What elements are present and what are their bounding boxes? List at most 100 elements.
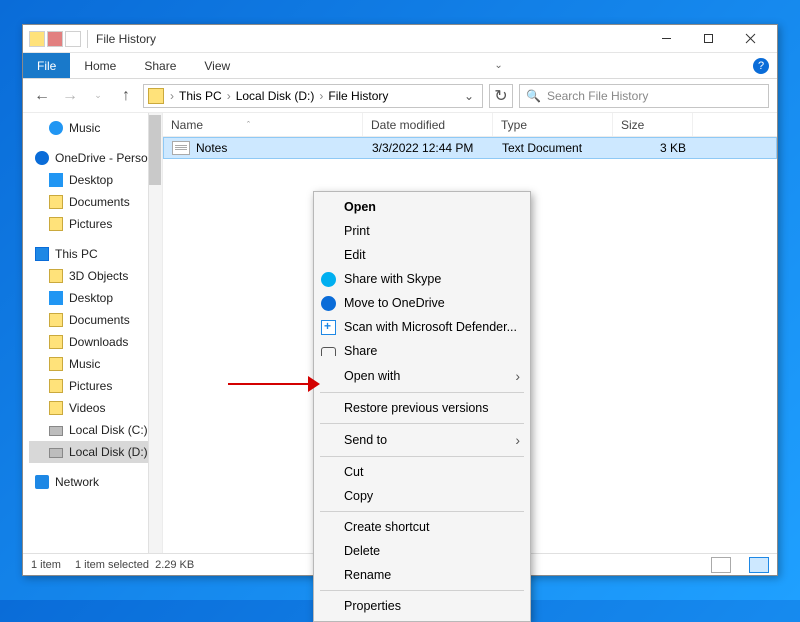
address-bar[interactable]: › This PC › Local Disk (D:) › File Histo… bbox=[143, 84, 483, 108]
breadcrumb[interactable]: This PC bbox=[176, 89, 225, 103]
nav-item[interactable]: 3D Objects bbox=[29, 265, 162, 287]
menu-item[interactable]: Share bbox=[314, 339, 530, 363]
help-icon[interactable]: ? bbox=[753, 58, 769, 74]
file-type: Text Document bbox=[494, 138, 614, 158]
folder-icon bbox=[49, 357, 63, 371]
file-date: 3/3/2022 12:44 PM bbox=[364, 138, 494, 158]
menu-item[interactable]: Edit bbox=[314, 243, 530, 267]
menu-item[interactable]: Send to› bbox=[314, 427, 530, 453]
menu-item[interactable]: Scan with Microsoft Defender... bbox=[314, 315, 530, 339]
quick-access-toolbar bbox=[29, 31, 81, 47]
icons-view-button[interactable] bbox=[749, 557, 769, 573]
nav-item[interactable]: Music bbox=[29, 353, 162, 375]
back-button[interactable]: ← bbox=[31, 85, 53, 107]
nav-item[interactable]: Downloads bbox=[29, 331, 162, 353]
nav-label: Network bbox=[55, 475, 99, 489]
menu-item[interactable]: Rename bbox=[314, 563, 530, 587]
nav-label: Desktop bbox=[69, 173, 113, 187]
nav-item[interactable]: Network bbox=[29, 471, 162, 493]
onedrive-icon bbox=[35, 151, 49, 165]
minimize-button[interactable] bbox=[645, 25, 687, 53]
file-row[interactable]: Notes 3/3/2022 12:44 PM Text Document 3 … bbox=[163, 137, 777, 159]
qat-icon[interactable] bbox=[47, 31, 63, 47]
column-type[interactable]: Type bbox=[493, 113, 613, 136]
breadcrumb[interactable]: Local Disk (D:) bbox=[233, 89, 318, 103]
menu-item[interactable]: Create shortcut bbox=[314, 515, 530, 539]
annotation-arrow bbox=[228, 383, 314, 385]
column-date[interactable]: Date modified bbox=[363, 113, 493, 136]
nav-item[interactable]: Desktop bbox=[29, 287, 162, 309]
nav-item[interactable]: Pictures bbox=[29, 213, 162, 235]
nav-item[interactable]: Documents bbox=[29, 309, 162, 331]
folder-icon bbox=[49, 401, 63, 415]
close-button[interactable] bbox=[729, 25, 771, 53]
nav-item[interactable]: Documents bbox=[29, 191, 162, 213]
navigation-pane: MusicOneDrive - PersonDesktopDocumentsPi… bbox=[23, 113, 163, 553]
menu-item[interactable]: Delete bbox=[314, 539, 530, 563]
od-icon bbox=[321, 296, 336, 311]
def-icon bbox=[321, 320, 336, 335]
menu-label: Open bbox=[344, 200, 376, 214]
details-view-button[interactable] bbox=[711, 557, 731, 573]
nav-item[interactable]: Desktop bbox=[29, 169, 162, 191]
menu-item[interactable]: Print bbox=[314, 219, 530, 243]
menu-label: Share bbox=[344, 344, 377, 358]
nav-label: Videos bbox=[69, 401, 105, 415]
menu-label: Restore previous versions bbox=[344, 401, 489, 415]
address-dropdown-icon[interactable]: ⌄ bbox=[460, 89, 478, 103]
nav-item[interactable]: Videos bbox=[29, 397, 162, 419]
nav-label: OneDrive - Person bbox=[55, 151, 154, 165]
refresh-button[interactable]: ↻ bbox=[489, 84, 513, 108]
folder-icon bbox=[49, 217, 63, 231]
menu-label: Edit bbox=[344, 248, 366, 262]
menu-item[interactable]: Move to OneDrive bbox=[314, 291, 530, 315]
maximize-button[interactable] bbox=[687, 25, 729, 53]
nav-item[interactable]: OneDrive - Person bbox=[29, 147, 162, 169]
menu-label: Rename bbox=[344, 568, 391, 582]
context-menu: Open Print Edit Share with SkypeMove to One… bbox=[313, 191, 531, 622]
menu-item[interactable]: Copy bbox=[314, 484, 530, 508]
net-icon bbox=[35, 475, 49, 489]
nav-item[interactable]: Local Disk (C:) bbox=[29, 419, 162, 441]
file-name: Notes bbox=[196, 141, 227, 155]
status-count: 1 item bbox=[31, 559, 61, 571]
recent-dropdown[interactable]: ⌄ bbox=[87, 85, 109, 107]
menu-item[interactable]: Open bbox=[314, 195, 530, 219]
folder-icon bbox=[49, 313, 63, 327]
menu-item[interactable]: Open with› bbox=[314, 363, 530, 389]
scrollbar[interactable] bbox=[148, 113, 162, 553]
column-size[interactable]: Size bbox=[613, 113, 693, 136]
nav-item[interactable]: Pictures bbox=[29, 375, 162, 397]
column-name[interactable]: Nameˆ bbox=[163, 113, 363, 136]
menu-item[interactable]: Cut bbox=[314, 460, 530, 484]
menu-item[interactable]: Restore previous versions bbox=[314, 396, 530, 420]
file-tab[interactable]: File bbox=[23, 53, 70, 78]
qat-icon[interactable] bbox=[65, 31, 81, 47]
search-input[interactable]: 🔍 Search File History bbox=[519, 84, 769, 108]
scrollbar-thumb[interactable] bbox=[149, 115, 161, 185]
annotation-arrow-head bbox=[308, 376, 320, 392]
desktop-icon bbox=[49, 291, 63, 305]
tab-view[interactable]: View bbox=[190, 53, 244, 78]
column-headers: Nameˆ Date modified Type Size bbox=[163, 113, 777, 137]
tab-share[interactable]: Share bbox=[130, 53, 190, 78]
folder-icon bbox=[148, 88, 164, 104]
menu-item[interactable]: Properties bbox=[314, 594, 530, 618]
nav-item[interactable]: Local Disk (D:) bbox=[29, 441, 162, 463]
breadcrumb[interactable]: File History bbox=[325, 89, 391, 103]
ribbon-expand-icon[interactable]: ⌄ bbox=[489, 53, 509, 78]
up-button[interactable]: ↑ bbox=[115, 85, 137, 107]
menu-item[interactable]: Share with Skype bbox=[314, 267, 530, 291]
nav-label: Pictures bbox=[69, 217, 112, 231]
tab-home[interactable]: Home bbox=[70, 53, 130, 78]
nav-item[interactable]: Music bbox=[29, 117, 162, 139]
forward-button[interactable]: → bbox=[59, 85, 81, 107]
share-icon bbox=[321, 347, 336, 356]
nav-label: 3D Objects bbox=[69, 269, 128, 283]
explorer-window: File History File Home Share View ⌄ ? ← … bbox=[22, 24, 778, 576]
folder-icon bbox=[49, 269, 63, 283]
menu-label: Create shortcut bbox=[344, 520, 429, 534]
nav-item[interactable]: This PC bbox=[29, 243, 162, 265]
nav-label: Pictures bbox=[69, 379, 112, 393]
search-placeholder: Search File History bbox=[547, 89, 648, 103]
